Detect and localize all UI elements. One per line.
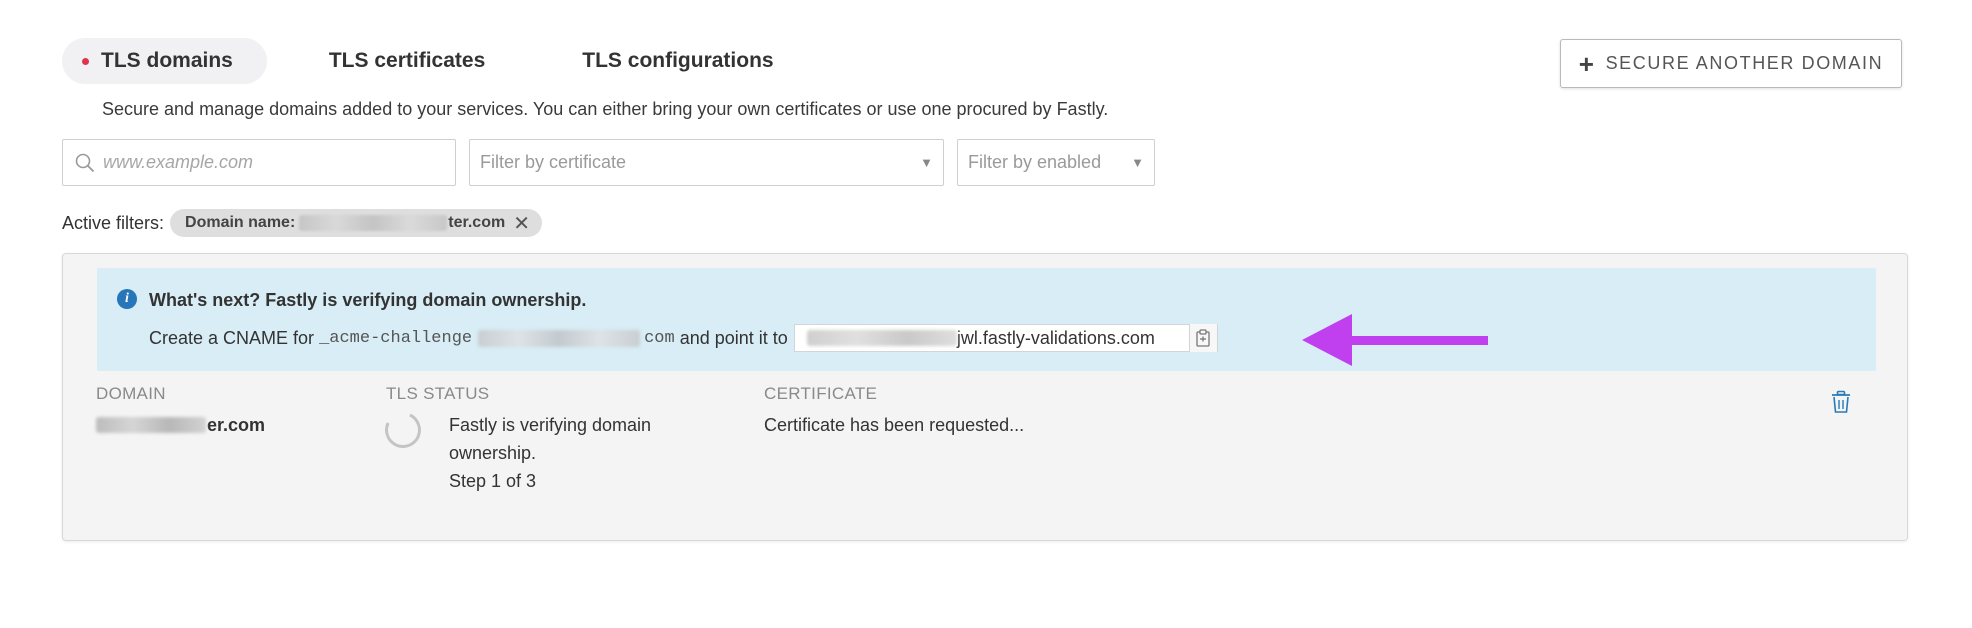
search-input[interactable] bbox=[103, 152, 423, 173]
enabled-filter-placeholder: Filter by enabled bbox=[968, 152, 1102, 172]
certificate-status: Certificate has been requested... bbox=[764, 415, 1025, 435]
tab-label: TLS certificates bbox=[328, 49, 486, 72]
certificate-filter-placeholder: Filter by certificate bbox=[480, 152, 627, 172]
column-header-domain: DOMAIN bbox=[96, 384, 166, 403]
arrow-annotation-icon bbox=[1302, 314, 1488, 366]
column-header-tls-status: TLS STATUS bbox=[386, 384, 490, 403]
active-filters-label: Active filters: bbox=[62, 212, 165, 233]
enabled-filter-select[interactable]: Filter by enabled ▼ bbox=[957, 139, 1155, 186]
certificate-filter-select[interactable]: Filter by certificate ▼ bbox=[469, 139, 944, 186]
secure-another-domain-button[interactable]: + SECURE ANOTHER DOMAIN bbox=[1560, 39, 1902, 88]
notice-instructions: Create a CNAME for _acme-challenge com a… bbox=[149, 324, 1218, 352]
notice-line-prefix: Create a CNAME for bbox=[149, 327, 315, 348]
domain-value: er.com bbox=[96, 411, 265, 439]
tls-tabs: TLS domains TLS certificates TLS configu… bbox=[62, 38, 774, 84]
tab-tls-configurations[interactable]: TLS configurations bbox=[582, 38, 773, 84]
verification-notice: i What's next? Fastly is verifying domai… bbox=[97, 268, 1876, 371]
close-icon[interactable]: ✕ bbox=[513, 211, 530, 236]
status-step: Step 1 of 3 bbox=[449, 471, 537, 491]
redacted-text bbox=[299, 215, 448, 231]
tab-label: TLS domains bbox=[101, 49, 233, 72]
copy-to-clipboard-icon[interactable] bbox=[1188, 324, 1217, 352]
tab-tls-domains[interactable]: TLS domains bbox=[62, 38, 267, 84]
domain-panel: i What's next? Fastly is verifying domai… bbox=[62, 253, 1908, 541]
cname-record-suffix: com bbox=[644, 328, 675, 348]
column-header-certificate: CERTIFICATE bbox=[764, 384, 878, 403]
caret-down-icon: ▼ bbox=[1131, 155, 1144, 170]
tls-status: Fastly is verifying domain ownership. St… bbox=[449, 411, 651, 495]
notice-title: What's next? Fastly is verifying domain … bbox=[149, 290, 587, 310]
status-line: Fastly is verifying domain bbox=[449, 415, 652, 435]
cname-target-suffix: jwl.fastly-validations.com bbox=[956, 327, 1155, 348]
filter-chip: Domain name: ter.com ✕ bbox=[170, 209, 542, 237]
cname-target-field[interactable]: jwl.fastly-validations.com bbox=[793, 324, 1218, 352]
chip-prefix: Domain name: bbox=[185, 214, 296, 231]
active-filters: Active filters: Domain name: ter.com ✕ bbox=[62, 209, 542, 237]
cname-record-prefix: _acme-challenge bbox=[319, 328, 473, 348]
search-icon bbox=[75, 153, 95, 172]
tab-label: TLS configurations bbox=[582, 49, 774, 72]
redacted-text bbox=[478, 329, 641, 347]
page-description: Secure and manage domains added to your … bbox=[102, 99, 1109, 119]
plus-icon: + bbox=[1578, 48, 1596, 79]
tab-tls-certificates[interactable]: TLS certificates bbox=[329, 38, 485, 84]
secure-button-label: SECURE ANOTHER DOMAIN bbox=[1605, 53, 1884, 73]
status-line: ownership. bbox=[449, 443, 537, 463]
redacted-text bbox=[806, 330, 957, 346]
domain-suffix: er.com bbox=[207, 415, 266, 435]
active-dot-icon bbox=[82, 57, 89, 65]
info-icon: i bbox=[117, 289, 137, 309]
chip-suffix: ter.com bbox=[448, 214, 506, 231]
trash-icon[interactable] bbox=[1830, 390, 1852, 414]
redacted-text bbox=[96, 417, 206, 433]
domain-search-field[interactable] bbox=[62, 139, 456, 186]
caret-down-icon: ▼ bbox=[920, 155, 933, 170]
notice-line-middle: and point it to bbox=[679, 327, 788, 348]
